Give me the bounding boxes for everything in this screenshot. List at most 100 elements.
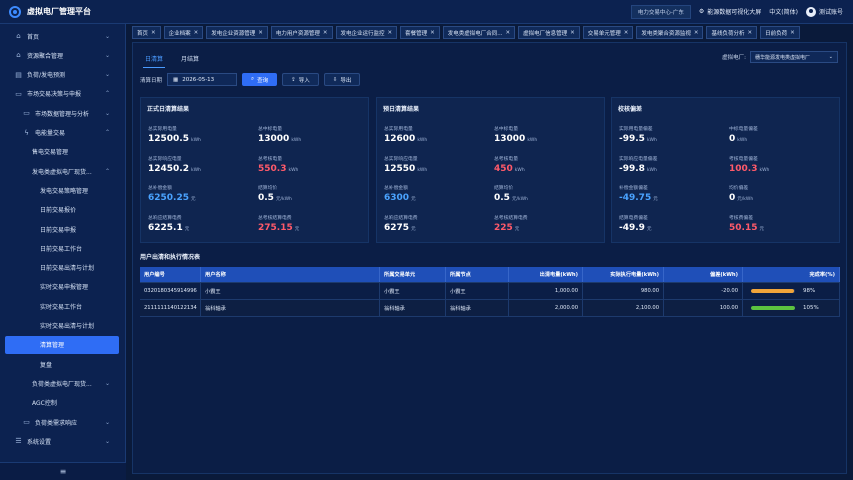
tab[interactable]: 基线负荷分析 ✕: [706, 26, 758, 39]
app-title: 虚拟电厂管理平台: [27, 7, 91, 16]
sidebar-item[interactable]: 售电交易管理: [0, 143, 126, 161]
stat-number: 275.15: [258, 222, 293, 233]
sidebar-item[interactable]: ☰ 系统设置 ⌄: [0, 432, 126, 450]
table-title: 用户出清和执行情况表: [140, 254, 201, 261]
table-cell: 2111111140122134: [140, 300, 201, 316]
tab[interactable]: 发电企业资源管理 ✕: [206, 26, 268, 39]
tab[interactable]: 日前负荷 ✕: [760, 26, 800, 39]
tab[interactable]: 首页 ✕: [132, 26, 161, 39]
tab-daily-settlement[interactable]: 日清算: [143, 52, 166, 68]
sidebar-item-label: 日前交易报价: [40, 207, 77, 215]
stat-item: 考核费偏差 50.15 元: [729, 214, 834, 233]
collapse-menu-button[interactable]: ≡: [0, 462, 126, 480]
close-icon[interactable]: ✕: [748, 30, 753, 36]
close-icon[interactable]: ✕: [388, 30, 393, 36]
close-icon[interactable]: ✕: [506, 30, 511, 36]
sidebar-item[interactable]: 复盘: [0, 355, 126, 373]
energy-dashboard-link[interactable]: ⚙ 能源数据可视化大屏: [699, 7, 761, 16]
sidebar-item[interactable]: ▭ 负荷类需求响应 ⌄: [0, 413, 126, 431]
column-header[interactable]: 所属节点: [446, 267, 509, 282]
import-button[interactable]: ⇪ 导入: [282, 73, 319, 86]
trading-center-selector[interactable]: 电力交易中心-广东: [630, 4, 691, 19]
sidebar-item[interactable]: AGC控制: [0, 394, 126, 412]
sidebar-item[interactable]: 日前交易出清与计划: [0, 259, 126, 277]
tab-label: 企业档案: [168, 30, 191, 37]
sidebar-item[interactable]: 发电类虚拟电厂现货... ⌃: [0, 162, 126, 180]
tab-monthly-settlement[interactable]: 月结算: [179, 52, 201, 68]
stat-item: 总中标电量 13000 kWh: [494, 125, 599, 144]
column-header[interactable]: 用户编号: [140, 267, 201, 282]
close-icon[interactable]: ✕: [430, 30, 435, 36]
sidebar-item[interactable]: 日前交易申报: [0, 220, 126, 238]
stat-item: 补偿金额偏差 -49.75 元: [619, 184, 724, 203]
close-icon[interactable]: ✕: [694, 30, 699, 36]
sidebar-item[interactable]: ⌂ 首页 ⌄: [0, 27, 126, 45]
sidebar-item[interactable]: 日前交易工作台: [0, 239, 126, 257]
user-name: 测试账号: [818, 9, 843, 16]
close-icon[interactable]: ✕: [258, 30, 263, 36]
settlement-date-input[interactable]: ▦ 2026-05-13: [167, 73, 238, 86]
close-icon[interactable]: ✕: [151, 30, 156, 36]
completion-progress-bar: [751, 289, 795, 293]
sidebar-item-label: 发电交易策略管理: [40, 187, 89, 195]
table-cell: 0320180345914996: [140, 283, 201, 299]
sidebar-item[interactable]: 日前交易报价: [0, 201, 126, 219]
stat-number: 0.5: [258, 193, 274, 203]
user-menu[interactable]: 测试账号: [805, 6, 843, 17]
tab[interactable]: 发电类虚拟电厂合同... ✕: [442, 26, 516, 39]
tab[interactable]: 企业档案 ✕: [163, 26, 204, 39]
stat-number: 6300: [384, 193, 410, 203]
stat-number: 550.3: [258, 163, 287, 174]
sidebar-item[interactable]: ⌂ 资源聚合管理 ⌄: [0, 46, 126, 64]
filter-bar: 清算日期 ▦ 2026-05-13 ⌕ 查询 ⇪ 导入 ⇩ 导出: [140, 73, 361, 86]
tab[interactable]: 套餐管理 ✕: [400, 26, 440, 39]
sidebar-item[interactable]: 实时交易出清与计划: [0, 317, 126, 335]
stat-label: 总实际响应电量: [148, 156, 182, 162]
sidebar-item[interactable]: ▤ 负荷/发电预测 ⌄: [0, 66, 126, 84]
sidebar-item[interactable]: ▭ 市场交易决策与申报 ⌃: [0, 85, 126, 103]
close-icon[interactable]: ✕: [323, 30, 328, 36]
export-button[interactable]: ⇩ 导出: [323, 73, 361, 86]
sidebar-item-label: 首页: [27, 33, 40, 41]
sidebar: ⌂ 首页 ⌄ ⌂ 资源聚合管理 ⌄ ▤ 负荷/发电预测 ⌄ ▭ 市场交易决策与申报 ⌃ ▭ 市场数据管理与…: [0, 24, 126, 480]
table-row[interactable]: 2111111140122134 翁科轴承 翁科轴承 翁科轴承 2,000.00 2,10…: [140, 300, 840, 317]
sidebar-item[interactable]: 实时交易工作台: [0, 297, 126, 315]
tab[interactable]: 发电企业运行监控 ✕: [335, 26, 398, 39]
close-icon[interactable]: ✕: [790, 30, 795, 36]
column-header[interactable]: 所属交易单元: [380, 267, 446, 282]
tab[interactable]: 交易单元管理 ✕: [582, 26, 634, 39]
close-icon[interactable]: ✕: [570, 30, 575, 36]
stat-value: 12450.2 kWh: [148, 164, 253, 174]
stat-unit: 元: [646, 226, 652, 232]
column-header[interactable]: 用户名称: [201, 267, 380, 282]
tab[interactable]: 虚拟电厂信息管理 ✕: [518, 26, 580, 39]
close-icon[interactable]: ✕: [624, 30, 629, 36]
stat-number: 100.3: [729, 163, 758, 174]
sidebar-item[interactable]: ▭ 市场数据管理与分析 ⌄: [0, 104, 126, 122]
stat-label: 考核电量偏差: [729, 156, 758, 162]
tab[interactable]: 发电类聚合资源监视 ✕: [636, 26, 704, 39]
query-button[interactable]: ⌕ 查询: [242, 73, 278, 86]
plant-select[interactable]: 穗华能源发电类虚拟电厂 ⌄: [750, 51, 838, 63]
stat-value: 225 元: [494, 223, 599, 233]
stat-item: 总考核结算电费 275.15 元: [258, 214, 363, 233]
sidebar-item[interactable]: ϟ 电能量交易 ⌃: [0, 124, 126, 142]
column-header[interactable]: 实际执行电量(kWh): [583, 267, 664, 282]
tab[interactable]: 电力用户资源管理 ✕: [270, 26, 333, 39]
sidebar-item[interactable]: 实时交易申报管理: [0, 278, 126, 296]
sidebar-item-label: 清算管理: [40, 342, 65, 350]
column-header[interactable]: 出清电量(kWh): [509, 267, 583, 282]
stat-item: 结算均价 0.5 元/kWh: [494, 184, 599, 203]
column-header[interactable]: 偏差(kWh): [664, 267, 743, 282]
language-selector[interactable]: 中文(简体): [769, 7, 798, 16]
stat-unit: kWh: [646, 167, 657, 173]
close-icon[interactable]: ✕: [194, 30, 199, 36]
table-row[interactable]: 0320180345914996 小霸王 小霸王 小霸王 1,000.00 980.00-…: [140, 283, 840, 300]
stat-item: 实际响应电量偏差 -99.8 kWh: [619, 155, 724, 174]
sidebar-item[interactable]: 清算管理: [5, 335, 119, 354]
stat-unit: 元: [294, 226, 300, 232]
stat-value: -99.8 kWh: [619, 164, 724, 174]
column-header[interactable]: 完成率(%): [743, 267, 840, 282]
sidebar-item[interactable]: 负荷类虚拟电厂现货... ⌄: [0, 374, 126, 392]
sidebar-item[interactable]: 发电交易策略管理: [0, 181, 126, 199]
